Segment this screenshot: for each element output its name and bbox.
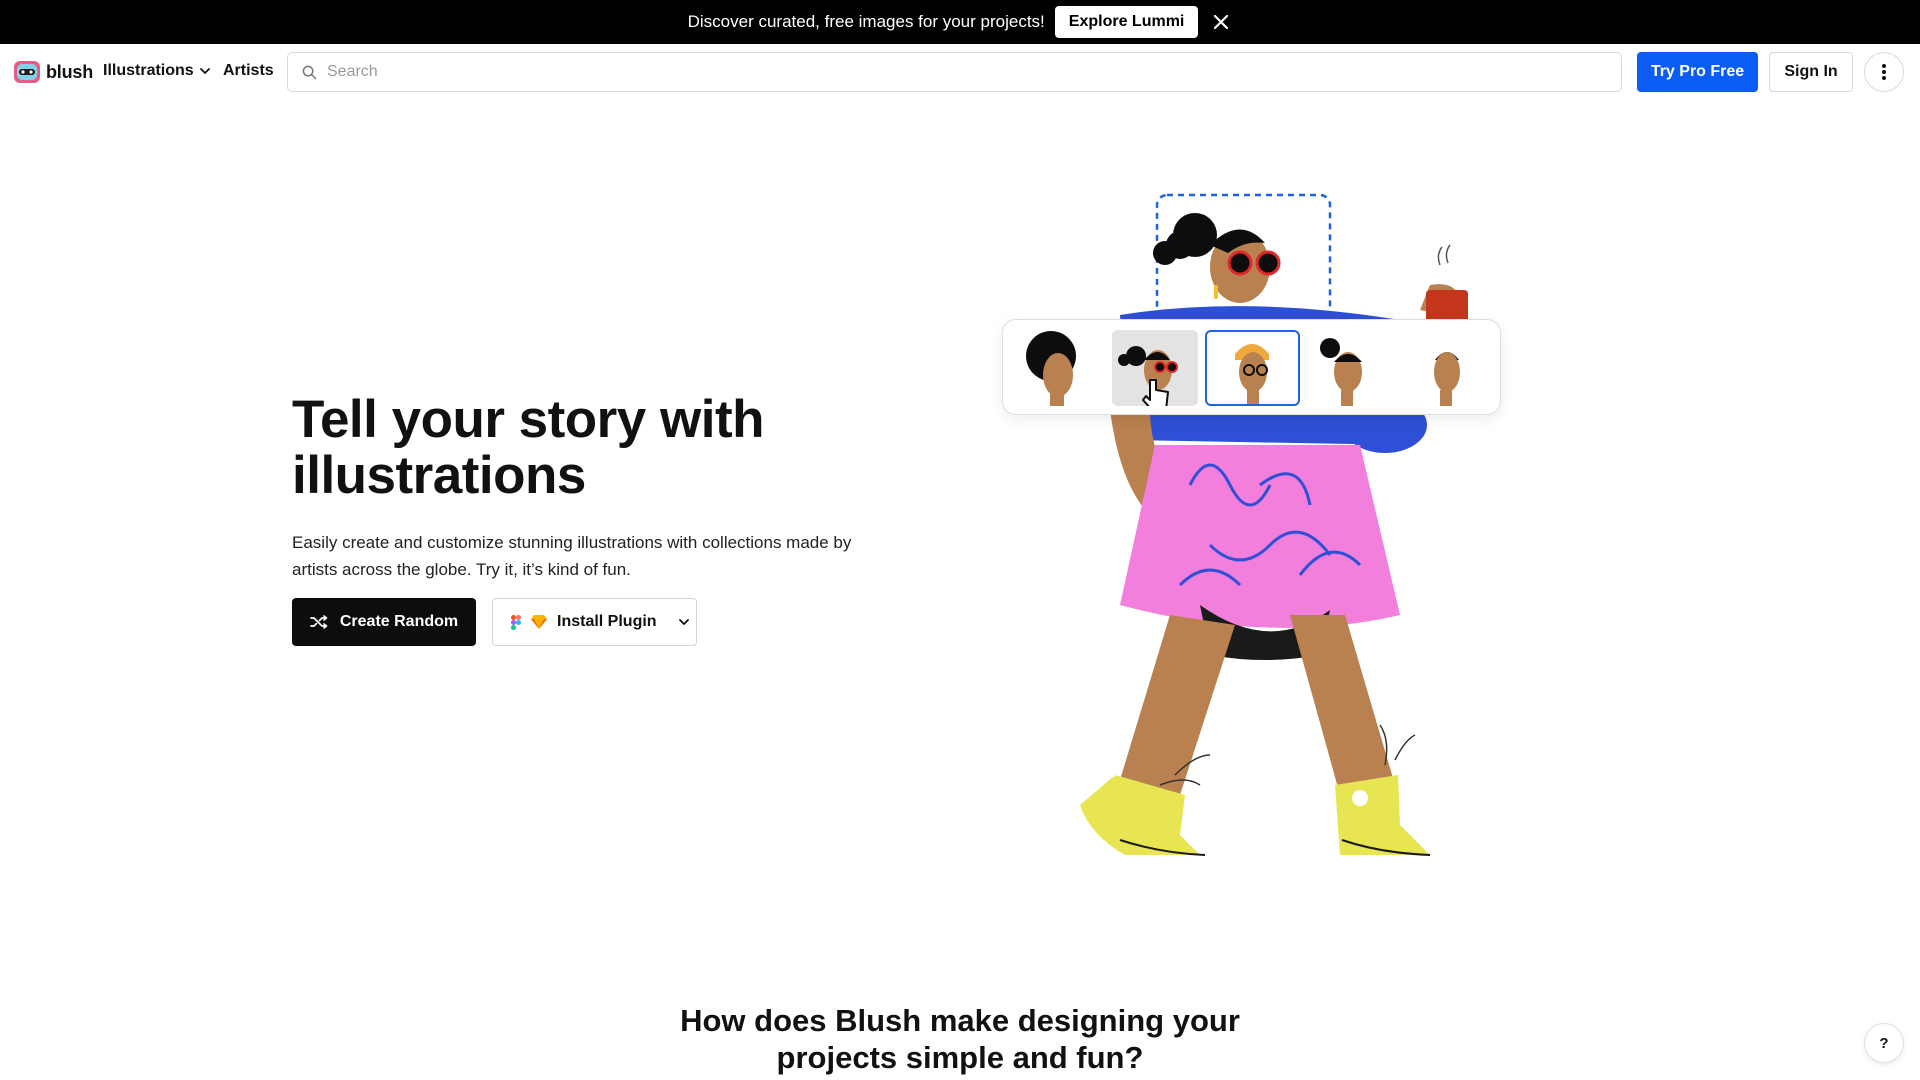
hero-title: Tell your story with illustrations bbox=[292, 390, 764, 505]
close-icon[interactable] bbox=[1210, 11, 1232, 33]
sketch-icon bbox=[531, 615, 547, 629]
section-title: How does Blush make designing your proje… bbox=[680, 1003, 1240, 1075]
avatar-option-1[interactable] bbox=[1013, 330, 1099, 406]
more-menu-button[interactable] bbox=[1864, 52, 1904, 92]
top-nav: blush Illustrations Artists Try Pro Free… bbox=[0, 44, 1920, 100]
hero-illustration bbox=[1080, 193, 1468, 856]
announcement-bar: Discover curated, free images for your p… bbox=[0, 0, 1920, 44]
illustrations-label: Illustrations bbox=[103, 62, 194, 79]
create-random-label: Create Random bbox=[339, 613, 459, 630]
hero-subtitle: Easily create and customize stunning ill… bbox=[292, 533, 852, 579]
explore-lummi-button[interactable]: Explore Lummi bbox=[1054, 6, 1199, 38]
artists-link[interactable]: Artists bbox=[223, 62, 274, 80]
chevron-down-icon bbox=[678, 619, 689, 625]
avatar-option-2[interactable] bbox=[1112, 330, 1198, 411]
figma-icon bbox=[511, 614, 521, 630]
blush-logo-icon bbox=[14, 61, 40, 83]
sign-in-button[interactable]: Sign In bbox=[1769, 52, 1853, 92]
try-pro-free-button[interactable]: Try Pro Free bbox=[1637, 52, 1758, 92]
avatar-option-3[interactable] bbox=[1205, 330, 1300, 406]
search-input[interactable] bbox=[327, 63, 1527, 81]
more-vertical-icon bbox=[1882, 64, 1886, 80]
install-plugin-button[interactable]: Install Plugin bbox=[492, 598, 697, 646]
announcement-message: Discover curated, free images for your p… bbox=[687, 12, 1045, 31]
chevron-down-icon bbox=[199, 68, 210, 74]
avatar-picker bbox=[1002, 319, 1501, 415]
blush-logo[interactable]: blush bbox=[14, 60, 93, 84]
search-bar[interactable] bbox=[287, 52, 1622, 92]
avatar-option-5[interactable] bbox=[1403, 330, 1489, 406]
logo-text: blush bbox=[46, 61, 93, 82]
install-plugin-label: Install Plugin bbox=[557, 613, 657, 630]
illustrations-menu[interactable]: Illustrations bbox=[103, 62, 212, 80]
create-random-button[interactable]: Create Random bbox=[292, 598, 476, 646]
help-button[interactable]: ? bbox=[1864, 1023, 1904, 1063]
avatar-option-4[interactable] bbox=[1306, 330, 1392, 406]
shuffle-icon bbox=[310, 615, 328, 629]
search-icon bbox=[302, 65, 317, 79]
